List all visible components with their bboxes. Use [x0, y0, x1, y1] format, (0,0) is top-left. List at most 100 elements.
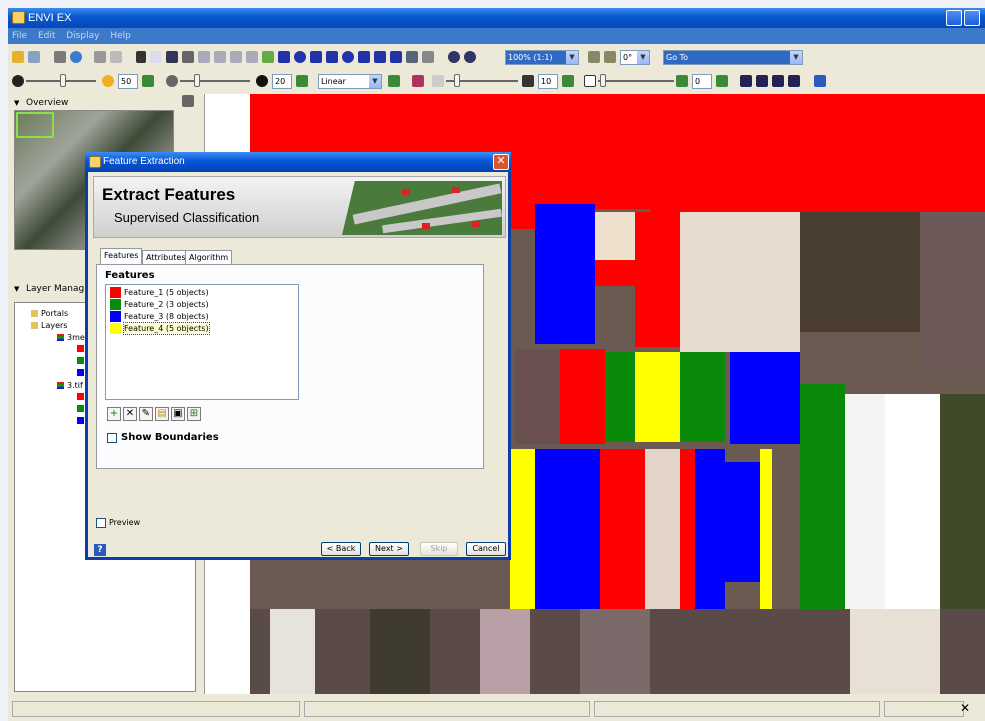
fly-icon[interactable] [166, 51, 178, 63]
grid-icon[interactable] [230, 51, 242, 63]
add-feature-icon[interactable]: + [107, 407, 121, 421]
measure-icon[interactable] [246, 51, 258, 63]
reset-contrast-icon[interactable] [296, 75, 308, 87]
zoom-out-icon[interactable] [464, 51, 476, 63]
tab-features[interactable]: Features [100, 248, 143, 265]
portals-node[interactable]: Portals [41, 309, 68, 318]
overview-view-box[interactable] [16, 112, 54, 138]
menu-display[interactable]: Display [66, 31, 99, 41]
cancel-process-icon[interactable]: ✕ [960, 701, 970, 715]
annotation-icon[interactable] [262, 51, 274, 63]
open-feature-icon[interactable]: ▤ [155, 407, 169, 421]
polyline-icon[interactable] [358, 51, 370, 63]
menu-help[interactable]: Help [110, 31, 131, 41]
text-annotation-icon[interactable] [278, 51, 290, 63]
contrast-field[interactable]: 20 [272, 74, 292, 89]
red-band-icon [77, 393, 84, 400]
rotate-left-icon[interactable] [588, 51, 600, 63]
help-icon[interactable] [814, 75, 826, 87]
rectangle-icon[interactable] [326, 51, 338, 63]
menu-file[interactable]: File [12, 31, 27, 41]
picture-icon[interactable] [390, 51, 402, 63]
brightness-slider-handle[interactable] [60, 74, 66, 87]
data-manager-icon[interactable] [28, 51, 40, 63]
rotation-combo[interactable]: 0° ▼ [620, 50, 650, 65]
magic-wand-icon[interactable] [406, 51, 418, 63]
transparency-field[interactable]: 0 [692, 74, 712, 89]
crosshair-icon[interactable] [182, 51, 194, 63]
stretch-combo[interactable]: Linear ▼ [318, 74, 382, 89]
zoom-combo[interactable]: 100% (1:1) ▼ [505, 50, 579, 65]
back-button[interactable]: < Back [321, 542, 361, 556]
brightness-field[interactable]: 50 [118, 74, 138, 89]
preview-checkbox[interactable] [96, 518, 106, 528]
reset-brightness-icon[interactable] [142, 75, 154, 87]
sharpen-field[interactable]: 10 [538, 74, 558, 89]
reset-sharpen-icon[interactable] [562, 75, 574, 87]
flicker-icon[interactable] [772, 75, 784, 87]
go-to-combo[interactable]: Go To ▼ [663, 50, 803, 65]
polygon-icon[interactable] [310, 51, 322, 63]
feature-list-item[interactable]: Feature_2 (3 objects) [110, 299, 209, 310]
features-header: Features [105, 270, 155, 281]
sharpen-tool-icon[interactable] [412, 75, 424, 87]
feature-list-item[interactable]: Feature_4 (5 objects) [110, 322, 210, 335]
overview-header[interactable]: Overview [12, 96, 198, 110]
tab-attributes[interactable]: Attributes [142, 250, 190, 264]
dialog-close-button[interactable]: ✕ [493, 154, 509, 170]
delete-feature-icon[interactable]: ✕ [123, 407, 137, 421]
help-icon[interactable]: ? [94, 544, 106, 556]
portal-icon[interactable] [740, 75, 752, 87]
cancel-button[interactable]: Cancel [466, 542, 506, 556]
blue-band-icon [77, 369, 84, 376]
banner-aerial-image [342, 181, 502, 235]
transparency-slider-handle[interactable] [600, 74, 606, 87]
vector-icon[interactable] [214, 51, 226, 63]
skip-button[interactable]: Skip [420, 542, 458, 556]
menu-edit[interactable]: Edit [38, 31, 55, 41]
edit-feature-icon[interactable]: ✎ [139, 407, 153, 421]
rotation-value: 0° [623, 53, 633, 62]
swipe-icon[interactable] [788, 75, 800, 87]
layer-3tif-node[interactable]: 3.tif [67, 381, 83, 390]
select-icon[interactable] [136, 51, 146, 63]
refresh-icon[interactable] [70, 51, 82, 63]
pan-icon[interactable] [150, 51, 162, 63]
layer-3me-node[interactable]: 3me [67, 333, 85, 342]
sharpen-slider-handle[interactable] [454, 74, 460, 87]
reset-stretch-icon[interactable] [388, 75, 400, 87]
redo-icon[interactable] [110, 51, 122, 63]
save-feature-icon[interactable]: ▣ [171, 407, 185, 421]
open-icon[interactable] [12, 51, 24, 63]
overview-options-icon[interactable] [182, 95, 194, 107]
tab-algorithm[interactable]: Algorithm [185, 250, 233, 264]
print-icon[interactable] [54, 51, 66, 63]
minimize-button[interactable] [946, 10, 962, 26]
transparency-value: 0 [695, 77, 701, 86]
rotate-icon[interactable] [198, 51, 210, 63]
blend-icon[interactable] [756, 75, 768, 87]
next-button[interactable]: Next > [369, 542, 409, 556]
layers-node[interactable]: Layers [41, 321, 67, 330]
status-pane [594, 701, 880, 717]
show-boundaries-checkbox[interactable] [107, 433, 117, 443]
maximize-button[interactable] [964, 10, 980, 26]
zoom-in-icon[interactable] [448, 51, 460, 63]
contrast-slider-handle[interactable] [194, 74, 200, 87]
zoom-value: 100% (1:1) [508, 53, 553, 62]
reset-transparency-icon[interactable] [716, 75, 728, 87]
contrast-slider[interactable] [180, 80, 250, 82]
symbol-icon[interactable] [294, 51, 306, 63]
feature-list-item[interactable]: Feature_1 (5 objects) [110, 287, 209, 298]
import-feature-icon[interactable]: ⊞ [187, 407, 201, 421]
ellipse-icon[interactable] [342, 51, 354, 63]
preview-label: Preview [109, 518, 141, 527]
transparency-slider[interactable] [598, 80, 674, 82]
arrow-icon[interactable] [374, 51, 386, 63]
banner-subtitle: Supervised Classification [114, 210, 260, 225]
chip-icon[interactable] [422, 51, 434, 63]
chevron-down-icon: ▼ [790, 51, 802, 64]
feature-list-item[interactable]: Feature_3 (8 objects) [110, 311, 209, 322]
rotate-right-icon[interactable] [604, 51, 616, 63]
undo-icon[interactable] [94, 51, 106, 63]
